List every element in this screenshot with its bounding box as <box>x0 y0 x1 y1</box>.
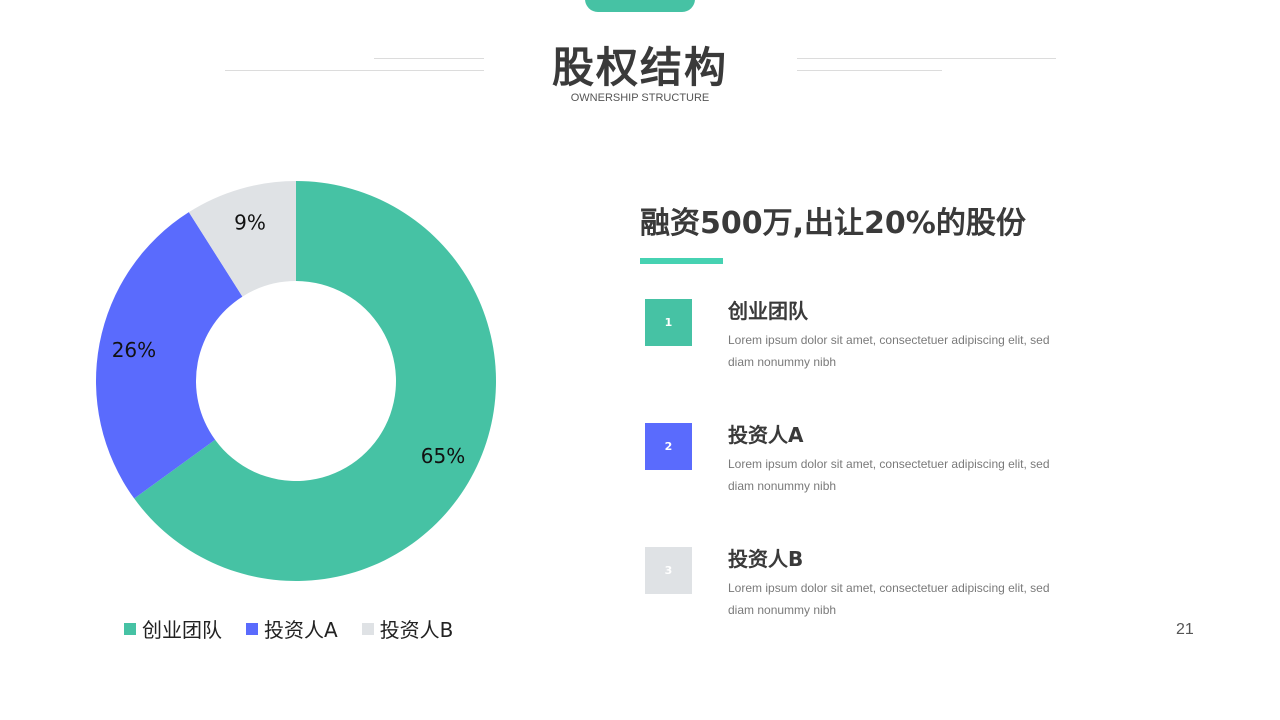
top-accent-tab <box>585 0 695 12</box>
chart-legend: 创业团队 投资人A 投资人B <box>124 614 477 643</box>
item-description: Lorem ipsum dolor sit amet, consectetuer… <box>728 457 1050 493</box>
legend-item-investor-b: 投资人B <box>361 614 454 643</box>
item-number-badge: 2 <box>645 423 692 470</box>
item-number-badge: 3 <box>645 547 692 594</box>
item-title: 投资人B <box>728 547 804 571</box>
data-label-team: 65% <box>421 444 465 468</box>
item-title: 创业团队 <box>728 299 808 323</box>
item-description: Lorem ipsum dolor sit amet, consectetuer… <box>728 333 1050 369</box>
legend-label-investor-b: 投资人B <box>379 618 454 642</box>
data-label-investor-b: 9% <box>234 211 266 235</box>
item-description: Lorem ipsum dolor sit amet, consectetuer… <box>728 581 1050 617</box>
legend-swatch-investor-b <box>361 622 374 635</box>
item-number-badge: 1 <box>645 299 692 346</box>
legend-label-team: 创业团队 <box>142 618 222 642</box>
headline-underline <box>640 258 723 264</box>
slide: 股权结构 OWNERSHIP STRUCTURE 65% 26% 9% 创业团队 投… <box>0 0 1280 720</box>
legend-label-investor-a: 投资人A <box>264 618 338 642</box>
data-label-investor-a: 26% <box>112 338 156 362</box>
legend-swatch-investor-a <box>246 622 258 635</box>
legend-item-investor-a: 投资人A <box>246 614 338 643</box>
funding-headline: 融资500万,出让20%的股份 <box>640 206 1026 241</box>
donut-chart: 65% 26% 9% <box>95 181 496 581</box>
item-title: 投资人A <box>728 423 804 447</box>
legend-swatch-team <box>124 622 136 635</box>
legend-item-team: 创业团队 <box>124 614 222 643</box>
page-number: 21 <box>1176 621 1194 638</box>
